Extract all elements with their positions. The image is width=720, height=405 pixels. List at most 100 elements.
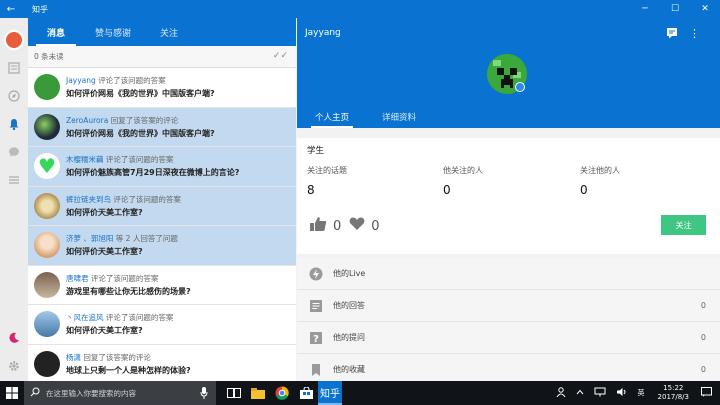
user-name-link[interactable]: Jayyang — [66, 76, 96, 85]
avatar — [34, 232, 60, 258]
clock[interactable]: 15:22 2017/8/3 — [658, 384, 689, 402]
avatar — [34, 350, 60, 377]
app-title: 知乎 — [32, 4, 48, 14]
chat-icon[interactable] — [666, 27, 678, 41]
file-explorer-icon[interactable] — [246, 381, 270, 405]
search-icon — [30, 387, 40, 399]
menu-icon[interactable] — [6, 172, 22, 188]
explore-icon[interactable] — [6, 88, 22, 104]
nav-strip — [0, 18, 28, 381]
user-name-link[interactable]: 济萝 、郭旭阳 — [66, 234, 113, 243]
avatar — [34, 192, 60, 219]
unread-count: 0 条未读 — [34, 52, 64, 61]
title-bar: ← 知乎 ─ ☐ ✕ — [0, 0, 720, 18]
bookmark-icon — [309, 363, 323, 377]
answer-icon — [309, 299, 323, 313]
clock-time: 15:22 — [663, 384, 684, 392]
profile-header: Jayyang ⋮ 个人主页 详细资料 — [297, 18, 720, 128]
tab-messages[interactable]: 消息 — [28, 18, 84, 46]
profile-panel: Jayyang ⋮ 个人主页 详细资料 学生 关注的话题 8 他关注的人 0 关… — [297, 18, 720, 386]
list-item[interactable]: 唐啸君 评论了该问题的答案 游戏里有哪些让你无比感伤的场景? — [28, 265, 296, 305]
maximize-button[interactable]: ☐ — [660, 0, 690, 18]
question-title[interactable]: 如何评价网易《我的世界》中国版客户端? — [66, 128, 215, 139]
volume-icon[interactable] — [616, 387, 628, 399]
verified-badge-icon — [515, 82, 525, 92]
avatar — [34, 311, 60, 337]
tab-profile-home[interactable]: 个人主页 — [311, 106, 353, 128]
list-item[interactable]: 济萝 、郭旭阳 等 2 人回答了问题 如何评价天美工作室? — [28, 226, 296, 266]
user-name-link[interactable]: ZeroAurora — [66, 116, 108, 125]
windows-start-icon[interactable] — [0, 381, 24, 405]
lightning-icon — [309, 267, 323, 281]
more-options-icon[interactable]: ⋮ — [689, 27, 700, 40]
heart-icon — [349, 217, 365, 235]
avatar — [34, 271, 60, 298]
profile-username: Jayyang — [305, 28, 341, 38]
avatar — [34, 74, 60, 100]
people-icon[interactable] — [556, 387, 566, 399]
stat-followers[interactable]: 关注他的人 0 — [580, 165, 620, 197]
list-item[interactable]: 杨潇 回复了该答案的评论 地球上只剩一个人是种怎样的体验? — [28, 344, 296, 381]
ime-indicator[interactable]: 英 — [638, 388, 645, 398]
action-center-icon[interactable] — [701, 387, 712, 399]
microphone-icon[interactable] — [200, 387, 208, 401]
settings-gear-icon[interactable] — [6, 358, 22, 374]
menu-item-questions[interactable]: ? 他的提问 0 — [297, 322, 720, 354]
message-icon[interactable] — [6, 144, 22, 160]
zhihu-taskbar-icon[interactable]: 知乎 — [318, 381, 342, 405]
minimize-button[interactable]: ─ — [630, 0, 660, 18]
feed-icon[interactable] — [6, 60, 22, 76]
svg-text:?: ? — [313, 334, 319, 345]
menu-item-answers[interactable]: 他的回答 0 — [297, 290, 720, 322]
network-icon[interactable] — [594, 387, 606, 399]
chevron-up-icon[interactable] — [576, 389, 584, 397]
avatar — [34, 113, 60, 140]
question-title[interactable]: 如何评价天美工作室? — [66, 207, 143, 218]
list-item[interactable]: ♥ 木樱糯米藕 评论了该问题的答案 如何评价魅族高管7月29日深夜在微博上的言论… — [28, 147, 296, 187]
system-tray: 英 15:22 2017/8/3 — [551, 381, 720, 405]
back-button[interactable]: ← — [0, 4, 22, 15]
question-title[interactable]: 如何评价天美工作室? — [66, 325, 143, 336]
tab-follow[interactable]: 关注 — [142, 18, 196, 46]
stat-following[interactable]: 他关注的人 0 — [443, 165, 483, 197]
message-tabs: 消息 赞与感谢 关注 — [28, 18, 296, 46]
notification-list: Jayyang 评论了该问题的答案 如何评价网易《我的世界》中国版客户端? Ze… — [28, 68, 296, 381]
menu-item-live[interactable]: 他的Live — [297, 258, 720, 290]
taskbar-search-input[interactable]: 在这里输入你要搜索的内容 — [24, 381, 216, 405]
profile-role: 学生 — [307, 146, 325, 156]
unread-bar: 0 条未读 ✓✓ — [28, 46, 296, 68]
list-item[interactable]: 丶风在追风 评论了该问题的答案 如何评价天美工作室? — [28, 305, 296, 345]
avatar: ♥ — [34, 153, 60, 179]
list-item[interactable]: Jayyang 评论了该问题的答案 如何评价网易《我的世界》中国版客户端? — [28, 68, 296, 108]
stat-topics[interactable]: 关注的话题 8 — [307, 165, 347, 197]
follow-button[interactable]: 关注 — [661, 215, 706, 235]
window-controls: ─ ☐ ✕ — [630, 0, 720, 18]
task-view-icon[interactable] — [222, 381, 246, 405]
thumbs-up-icon — [309, 216, 327, 236]
profile-info-card: 学生 关注的话题 8 他关注的人 0 关注他的人 0 0 0 关注 — [297, 138, 720, 254]
list-item[interactable]: ZeroAurora 回复了该答案的评论 如何评价网易《我的世界》中国版客户端? — [28, 107, 296, 147]
user-avatar[interactable] — [4, 30, 24, 50]
user-name-link[interactable]: 木樱糯米藕 — [66, 155, 104, 164]
question-title[interactable]: 地球上只剩一个人是种怎样的体验? — [66, 365, 191, 376]
tab-profile-details[interactable]: 详细资料 — [377, 106, 421, 128]
user-name-link[interactable]: 唐啸君 — [66, 274, 89, 283]
taskbar: 在这里输入你要搜索的内容 知乎 英 15:22 2017/8/3 — [0, 381, 720, 405]
mark-all-read-icon[interactable]: ✓✓ — [273, 51, 288, 61]
user-name-link[interactable]: 丶风在追风 — [66, 313, 104, 322]
tab-likes-thanks[interactable]: 赞与感谢 — [84, 18, 142, 46]
question-title[interactable]: 如何评价网易《我的世界》中国版客户端? — [66, 88, 215, 99]
close-button[interactable]: ✕ — [690, 0, 720, 18]
notification-bell-icon[interactable] — [6, 116, 22, 132]
question-title[interactable]: 如何评价魅族高管7月29日深夜在微博上的言论? — [66, 167, 239, 178]
user-name-link[interactable]: 杨潇 — [66, 353, 81, 362]
likes-thanks-row: 0 0 — [309, 216, 380, 236]
user-name-link[interactable]: 裤拉链夹到鸟 — [66, 195, 111, 204]
store-icon[interactable] — [294, 381, 318, 405]
question-title[interactable]: 游戏里有哪些让你无比感伤的场景? — [66, 286, 191, 297]
question-title[interactable]: 如何评价天美工作室? — [66, 246, 143, 257]
night-mode-icon[interactable] — [6, 330, 22, 346]
search-placeholder: 在这里输入你要搜索的内容 — [46, 388, 136, 398]
chrome-icon[interactable] — [270, 381, 294, 405]
list-item[interactable]: 裤拉链夹到鸟 评论了该问题的答案 如何评价天美工作室? — [28, 186, 296, 226]
